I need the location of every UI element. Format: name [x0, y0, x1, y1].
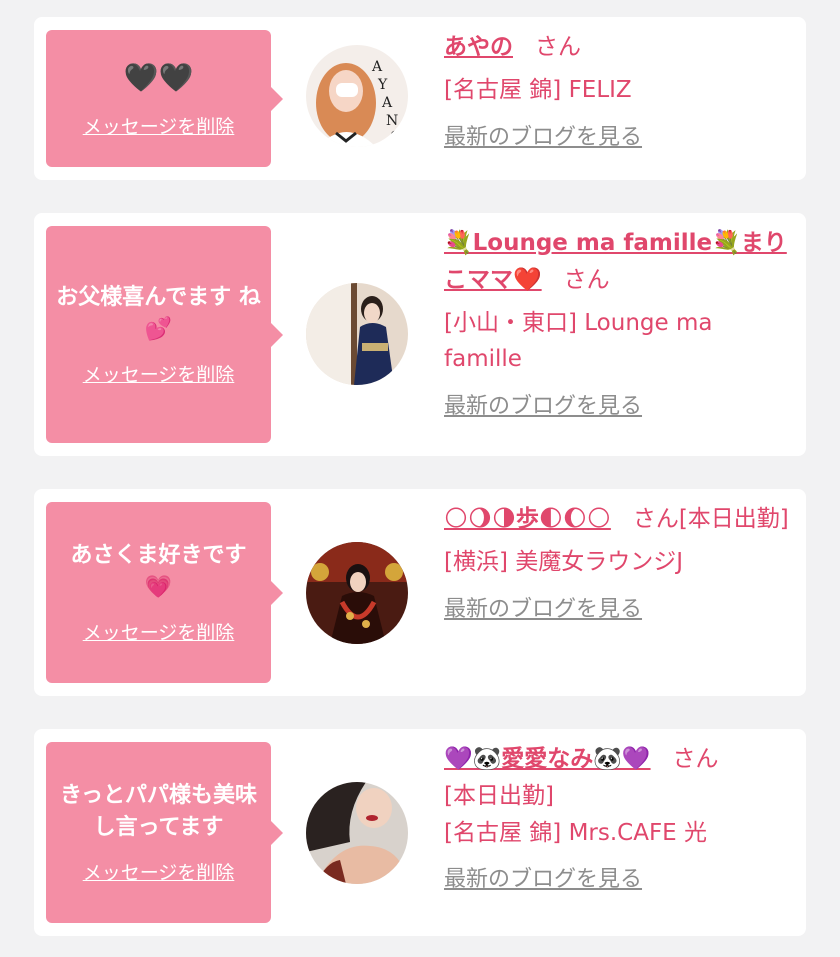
- message-bubble: きっとパパ様も美味し言ってます メッセージを削除: [46, 742, 283, 923]
- message-text: 🖤🖤: [123, 60, 194, 94]
- svg-text:A: A: [381, 95, 393, 111]
- profile-info: 🌕🌖🌗歩🌓🌔🌕 さん[本日出勤] [横浜] 美魔女ラウンジJ 最新のブログを見る: [444, 501, 796, 627]
- profile-info: あやの さん [名古屋 錦] FELIZ 最新のブログを見る: [444, 29, 796, 155]
- message-text: きっとパパ様も美味し言ってます: [59, 783, 258, 840]
- avatar[interactable]: [306, 283, 408, 385]
- message-card: きっとパパ様も美味し言ってます メッセージを削除 💜🐼愛愛なみ🐼💜 さん [本日…: [34, 729, 806, 936]
- latest-blog-link[interactable]: 最新のブログを見る: [444, 862, 642, 897]
- avatar-photo-icon: [306, 782, 408, 884]
- shop-label: [名古屋 錦] Mrs.CAFE 光: [444, 819, 708, 846]
- svg-text:A: A: [371, 59, 383, 75]
- latest-blog-link[interactable]: 最新のブログを見る: [444, 120, 642, 155]
- shop-label: [名古屋 錦] FELIZ: [444, 76, 632, 103]
- message-bubble: 🖤🖤 メッセージを削除: [46, 30, 283, 167]
- avatar[interactable]: A Y A N O: [306, 45, 408, 147]
- message-text: あさくま好きです 💗: [70, 543, 247, 600]
- delete-message-link[interactable]: メッセージを削除: [83, 112, 235, 139]
- status-label: [本日出勤]: [444, 782, 554, 809]
- profile-name-link[interactable]: 💜🐼愛愛なみ🐼💜: [444, 746, 651, 772]
- profile-name-link[interactable]: あやの: [444, 34, 513, 60]
- profile-name-link[interactable]: 🌕🌖🌗歩🌓🌔🌕: [444, 506, 611, 532]
- honorific: さん: [672, 746, 719, 772]
- delete-message-link[interactable]: メッセージを削除: [83, 360, 235, 387]
- honorific: さん: [563, 266, 610, 293]
- message-card: あさくま好きです 💗 メッセージを削除 🌕🌖🌗歩🌓🌔🌕 さん[本日出勤] [横浜…: [34, 489, 806, 696]
- message-bubble: あさくま好きです 💗 メッセージを削除: [46, 502, 283, 683]
- profile-info: 💐Lounge ma famille💐まりこママ❤️ さん [小山・東口] Lo…: [444, 225, 796, 425]
- avatar-photo-icon: A Y A N O: [306, 45, 408, 147]
- avatar[interactable]: [306, 782, 408, 884]
- honorific: さん[本日出勤]: [632, 506, 789, 532]
- message-text: お父様喜んでます ね💕: [56, 285, 261, 342]
- svg-text:Y: Y: [377, 77, 388, 93]
- honorific: さん: [534, 34, 581, 60]
- shop-label: [小山・東口] Lounge ma famille: [444, 309, 713, 373]
- avatar[interactable]: [306, 542, 408, 644]
- delete-message-link[interactable]: メッセージを削除: [83, 858, 235, 885]
- latest-blog-link[interactable]: 最新のブログを見る: [444, 592, 642, 627]
- profile-info: 💜🐼愛愛なみ🐼💜 さん [本日出勤] [名古屋 錦] Mrs.CAFE 光 最新…: [444, 741, 796, 898]
- delete-message-link[interactable]: メッセージを削除: [83, 618, 235, 645]
- profile-name-link[interactable]: 💐Lounge ma famille💐まりこママ❤️: [444, 230, 787, 293]
- shop-label: [横浜] 美魔女ラウンジJ: [444, 548, 684, 575]
- avatar-photo-icon: [306, 542, 408, 644]
- svg-text:N: N: [386, 113, 398, 129]
- message-card: お父様喜んでます ね💕 メッセージを削除 💐Lounge ma famille💐…: [34, 213, 806, 456]
- message-bubble: お父様喜んでます ね💕 メッセージを削除: [46, 226, 283, 443]
- avatar-photo-icon: [306, 283, 408, 385]
- latest-blog-link[interactable]: 最新のブログを見る: [444, 389, 642, 424]
- svg-text:O: O: [390, 129, 401, 145]
- message-card: 🖤🖤 メッセージを削除 A Y A N O あやの さん [名古屋 錦] FEL…: [34, 17, 806, 180]
